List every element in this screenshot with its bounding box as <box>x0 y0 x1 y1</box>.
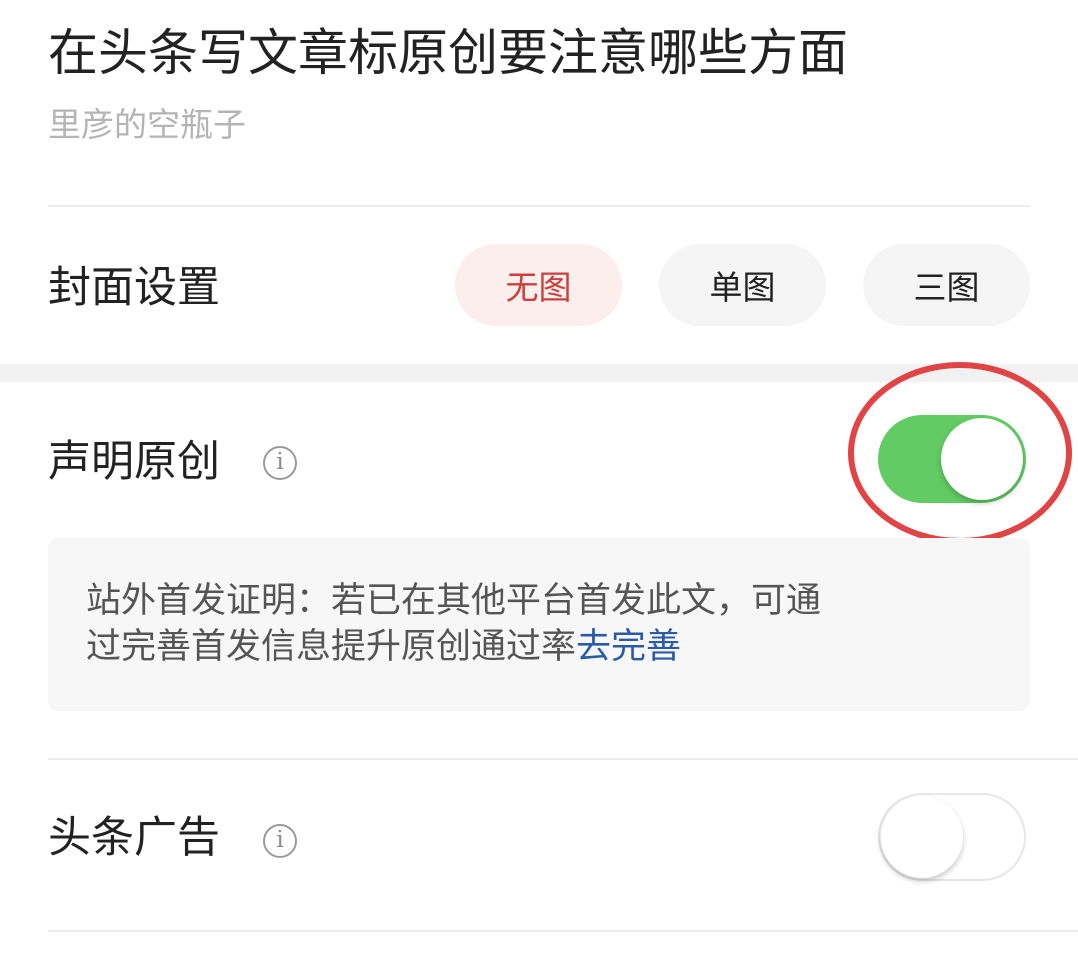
declare-original-toggle[interactable] <box>878 415 1026 503</box>
toggle-knob <box>881 796 963 878</box>
cover-option-triple[interactable]: 三图 <box>863 244 1030 326</box>
cover-option-none[interactable]: 无图 <box>455 244 622 326</box>
toutiao-ads-toggle[interactable] <box>878 793 1026 881</box>
notice-line-2-text: 过完善首发信息提升原创通过率 <box>86 627 577 667</box>
divider <box>48 930 1078 932</box>
toutiao-ads-label: 头条广告 <box>48 813 220 863</box>
notice-line-2: 过完善首发信息提升原创通过率去完善 <box>86 624 992 670</box>
complete-info-link[interactable]: 去完善 <box>576 627 681 667</box>
divider <box>48 758 1078 760</box>
first-publish-notice: 站外首发证明：若已在其他平台首发此文，可通 过完善首发信息提升原创通过率去完善 <box>48 538 1030 711</box>
notice-line-1: 站外首发证明：若已在其他平台首发此文，可通 <box>86 581 822 621</box>
declare-original-label: 声明原创 <box>48 437 220 487</box>
cover-option-single[interactable]: 单图 <box>659 244 826 326</box>
declare-original-info-icon[interactable]: i <box>263 446 297 480</box>
article-title: 在头条写文章标原创要注意哪些方面 <box>48 24 848 82</box>
section-gap <box>0 364 1078 382</box>
divider <box>48 205 1030 207</box>
cover-options: 无图 单图 三图 <box>455 244 1030 326</box>
toutiao-ads-info-icon[interactable]: i <box>263 824 297 858</box>
cover-settings-label: 封面设置 <box>48 263 220 313</box>
toggle-knob <box>941 418 1023 500</box>
author-name: 里彦的空瓶子 <box>48 105 246 144</box>
